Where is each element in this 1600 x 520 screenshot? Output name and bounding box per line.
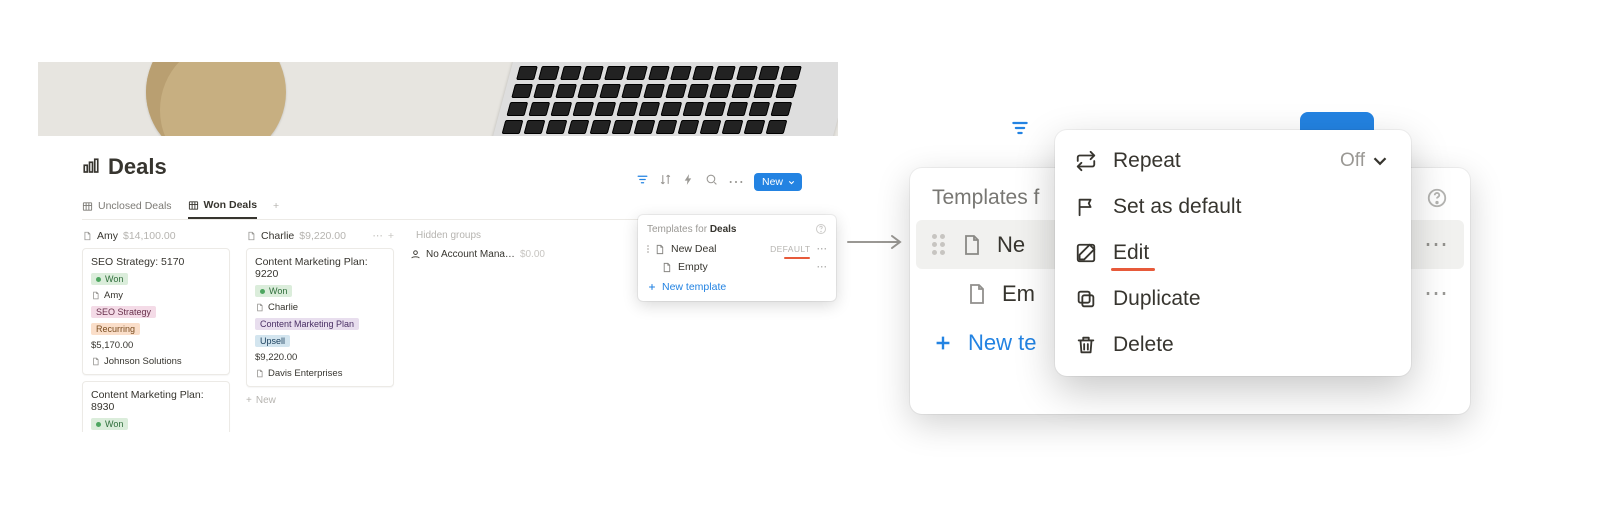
card-title: Content Marketing Plan: 8930 xyxy=(91,389,221,413)
column-name: Charlie xyxy=(261,230,294,242)
cover-keyboard xyxy=(493,62,838,138)
tab-label: Won Deals xyxy=(204,199,257,211)
deal-card[interactable]: Content Marketing Plan: 9220 Won Charlie… xyxy=(246,248,394,387)
template-context-menu: Repeat Off Set as default Edit Duplicate… xyxy=(1055,130,1411,376)
add-view-button[interactable]: + xyxy=(273,195,279,218)
edit-icon xyxy=(1075,242,1097,264)
drag-handle-icon[interactable] xyxy=(932,234,945,255)
template-options-icon[interactable]: ⋯ xyxy=(1424,279,1448,308)
sort-icon[interactable] xyxy=(659,173,672,191)
filter-icon[interactable] xyxy=(1010,118,1030,143)
card-company: Davis Enterprises xyxy=(255,368,385,379)
page-icon xyxy=(246,231,256,241)
card-title: SEO Strategy: 5170 xyxy=(91,256,221,268)
column-total: $9,220.00 xyxy=(299,230,346,242)
column-header-amy[interactable]: Amy $14,100.00 xyxy=(82,230,230,242)
page-icon xyxy=(661,262,672,273)
hidden-group-item[interactable]: No Account Mana… $0.00 xyxy=(410,249,560,260)
template-options-icon[interactable]: ⋯ xyxy=(817,243,828,255)
duplicate-icon xyxy=(1075,288,1097,310)
default-badge: DEFAULT xyxy=(770,244,810,254)
card-owner: Charlie xyxy=(255,302,385,313)
template-options-icon[interactable]: ⋯ xyxy=(1424,230,1448,259)
column-total: $14,100.00 xyxy=(123,230,176,242)
add-card-button[interactable]: +New xyxy=(246,395,394,406)
page-title: Deals xyxy=(108,154,167,180)
trash-icon xyxy=(1075,334,1097,356)
relation-arrow xyxy=(846,232,906,252)
card-amount: $9,220.00 xyxy=(255,352,385,363)
page-icon xyxy=(82,231,92,241)
column-header-charlie[interactable]: Charlie $9,220.00 ⋯ + xyxy=(246,230,394,242)
page-icon xyxy=(654,244,665,255)
highlight-underline xyxy=(784,257,810,259)
card-title: Content Marketing Plan: 9220 xyxy=(255,256,385,280)
flag-icon xyxy=(1075,196,1097,218)
tag-pill: Recurring xyxy=(91,323,140,335)
template-item-new-deal[interactable]: New Deal DEFAULT ⋯ xyxy=(638,240,836,258)
deals-page-icon xyxy=(82,157,100,178)
repeat-icon xyxy=(1075,150,1097,172)
page-icon xyxy=(964,282,988,306)
tag-pill: Content Marketing Plan xyxy=(255,318,359,330)
tab-label: Unclosed Deals xyxy=(98,200,172,212)
tag-pill: Upsell xyxy=(255,335,290,347)
drag-handle-icon[interactable] xyxy=(647,245,649,253)
column-add-icon[interactable]: + xyxy=(388,230,394,242)
menu-item-edit[interactable]: Edit xyxy=(1055,230,1411,276)
view-toolbar: ⋯ New xyxy=(636,172,802,192)
page-icon xyxy=(959,233,983,257)
help-icon[interactable] xyxy=(1426,187,1448,209)
menu-item-duplicate[interactable]: Duplicate xyxy=(1055,276,1411,322)
menu-item-delete[interactable]: Delete xyxy=(1055,322,1411,368)
deal-card[interactable]: SEO Strategy: 5170 Won Amy SEO Strategy … xyxy=(82,248,230,375)
chevron-down-icon xyxy=(1369,150,1391,172)
card-owner: Amy xyxy=(91,290,221,301)
status-pill: Won xyxy=(91,418,128,430)
deal-card[interactable]: Content Marketing Plan: 8930 Won Amy Con… xyxy=(82,381,230,432)
menu-item-repeat[interactable]: Repeat Off xyxy=(1055,138,1411,184)
automation-icon[interactable] xyxy=(682,173,695,191)
template-item-empty[interactable]: Empty ⋯ xyxy=(638,258,836,276)
new-button[interactable]: New xyxy=(754,173,802,191)
hidden-groups-label: Hidden groups xyxy=(416,230,560,241)
column-options-icon[interactable]: ⋯ xyxy=(372,230,383,242)
template-options-icon[interactable]: ⋯ xyxy=(817,261,828,273)
hidden-amount: $0.00 xyxy=(520,249,545,260)
more-options-icon[interactable]: ⋯ xyxy=(728,172,744,192)
tab-unclosed-deals[interactable]: Unclosed Deals xyxy=(82,195,172,218)
tag-pill: SEO Strategy xyxy=(91,306,156,318)
column-name: Amy xyxy=(97,230,118,242)
repeat-state: Off xyxy=(1340,150,1391,172)
card-amount: $5,170.00 xyxy=(91,340,221,351)
menu-item-set-default[interactable]: Set as default xyxy=(1055,184,1411,230)
status-pill: Won xyxy=(255,285,292,297)
tab-won-deals[interactable]: Won Deals xyxy=(188,194,257,219)
cover-image xyxy=(38,62,838,136)
card-company: Johnson Solutions xyxy=(91,356,221,367)
highlight-underline xyxy=(1111,268,1155,271)
templates-dropdown-header: Templates for Deals xyxy=(638,221,836,240)
search-icon[interactable] xyxy=(705,173,718,191)
new-template-button[interactable]: New template xyxy=(638,276,836,299)
help-icon[interactable] xyxy=(815,223,827,235)
templates-dropdown-small: Templates for Deals New Deal DEFAULT ⋯ E… xyxy=(638,215,836,301)
filter-icon[interactable] xyxy=(636,173,649,191)
status-pill: Won xyxy=(91,273,128,285)
